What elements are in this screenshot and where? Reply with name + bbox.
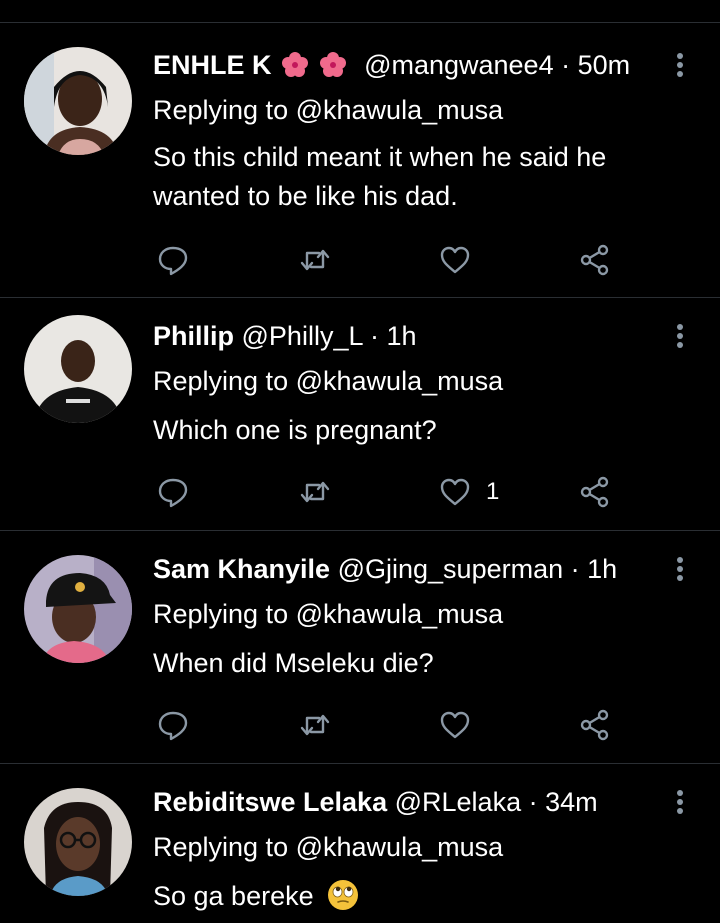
share-button[interactable] <box>578 472 612 512</box>
share-icon <box>580 709 609 741</box>
timestamp[interactable]: 50m <box>578 50 631 80</box>
retweet-button[interactable] <box>298 472 332 512</box>
like-icon <box>440 711 470 739</box>
retweet-button[interactable] <box>298 705 332 745</box>
tweet-text: Which one is pregnant? <box>153 415 437 445</box>
action-bar <box>0 240 720 280</box>
tweet-header: ENHLE K @mangwanee4 · 50m <box>153 47 660 83</box>
replying-label: Replying to <box>153 832 289 862</box>
user-handle[interactable]: @mangwanee4 <box>364 50 554 80</box>
separator: · <box>528 787 538 817</box>
share-icon <box>580 476 609 508</box>
action-bar: 1 <box>0 472 720 512</box>
reply-tweet[interactable]: Rebiditswe Lelaka @RLelaka · 34m Replyin… <box>0 764 720 923</box>
user-handle[interactable]: @Philly_L <box>242 321 363 351</box>
timestamp[interactable]: 34m <box>545 787 598 817</box>
retweet-button[interactable] <box>298 240 332 280</box>
more-icon[interactable] <box>668 47 692 83</box>
separator: · <box>570 554 580 584</box>
reply-tweet[interactable]: ENHLE K @mangwanee4 · 50m Replying to @k… <box>0 23 720 298</box>
like-icon <box>440 478 470 506</box>
tweet-text: So this child meant it when he said he w… <box>153 142 607 211</box>
share-button[interactable] <box>578 240 612 280</box>
timestamp[interactable]: 1h <box>587 554 617 584</box>
replying-to: Replying to @khawula_musa <box>153 363 503 399</box>
like-button[interactable] <box>438 705 486 745</box>
replying-to: Replying to @khawula_musa <box>153 596 503 632</box>
share-icon <box>580 244 609 276</box>
like-button[interactable] <box>438 240 486 280</box>
rolling-eyes-emoji <box>328 880 359 910</box>
reply-button[interactable] <box>156 472 190 512</box>
mention-link[interactable]: @khawula_musa <box>296 832 504 862</box>
avatar[interactable] <box>24 555 132 663</box>
more-icon[interactable] <box>668 318 692 354</box>
retweet-icon <box>300 249 330 271</box>
hibiscus-emoji <box>319 52 346 77</box>
retweet-icon <box>300 714 330 736</box>
mention-link[interactable]: @khawula_musa <box>296 95 504 125</box>
more-icon[interactable] <box>668 784 692 820</box>
reply-tweet[interactable]: Phillip @Philly_L · 1h Replying to @khaw… <box>0 298 720 531</box>
replying-label: Replying to <box>153 599 289 629</box>
like-button[interactable]: 1 <box>438 472 499 512</box>
separator: · <box>561 50 571 80</box>
display-name[interactable]: Sam Khanyile <box>153 554 330 584</box>
user-handle[interactable]: @RLelaka <box>395 787 521 817</box>
display-name[interactable]: ENHLE K <box>153 50 272 80</box>
tweet-header: Phillip @Philly_L · 1h <box>153 318 660 354</box>
action-bar <box>0 705 720 745</box>
reply-button[interactable] <box>156 705 190 745</box>
like-count: 1 <box>486 478 500 505</box>
reply-icon <box>158 478 188 508</box>
replying-to: Replying to @khawula_musa <box>153 92 503 128</box>
mention-link[interactable]: @khawula_musa <box>296 599 504 629</box>
timestamp[interactable]: 1h <box>387 321 417 351</box>
replying-label: Replying to <box>153 95 289 125</box>
more-icon[interactable] <box>668 551 692 587</box>
avatar[interactable] <box>24 788 132 896</box>
reply-icon <box>158 246 188 276</box>
retweet-icon <box>300 481 330 503</box>
tweet-header: Rebiditswe Lelaka @RLelaka · 34m <box>153 784 660 820</box>
tweet-text-wrapper: So ga bereke <box>153 877 673 916</box>
hibiscus-emoji <box>282 52 309 77</box>
display-name[interactable]: Rebiditswe Lelaka <box>153 787 387 817</box>
reply-button[interactable] <box>156 240 190 280</box>
user-handle[interactable]: @Gjing_superman <box>338 554 564 584</box>
separator: · <box>370 321 379 351</box>
like-icon <box>440 246 470 274</box>
reply-icon <box>158 711 188 741</box>
avatar[interactable] <box>24 47 132 155</box>
replying-label: Replying to <box>153 366 289 396</box>
replying-to: Replying to @khawula_musa <box>153 829 503 865</box>
tweet-text: When did Mseleku die? <box>153 648 434 678</box>
avatar[interactable] <box>24 315 132 423</box>
mention-link[interactable]: @khawula_musa <box>296 366 504 396</box>
tweet-text: So ga bereke <box>153 881 314 911</box>
display-name[interactable]: Phillip <box>153 321 234 351</box>
reply-tweet[interactable]: Sam Khanyile @Gjing_superman · 1h Replyi… <box>0 531 720 764</box>
share-button[interactable] <box>578 705 612 745</box>
tweet-header: Sam Khanyile @Gjing_superman · 1h <box>153 551 660 587</box>
